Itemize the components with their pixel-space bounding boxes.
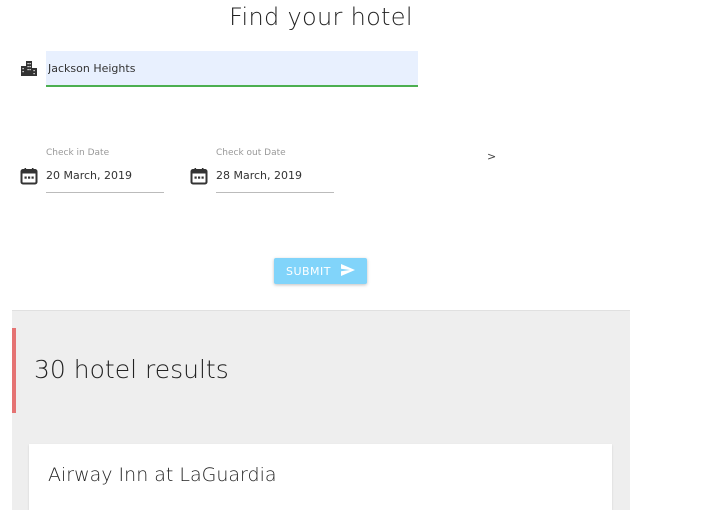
- location-input[interactable]: [46, 51, 410, 85]
- checkin-label: Check in Date: [46, 148, 110, 158]
- chevron-text: >: [487, 150, 497, 163]
- checkout-label: Check out Date: [216, 148, 286, 158]
- results-count: 30 hotel results: [34, 355, 229, 384]
- submit-label: SUBMIT: [285, 264, 332, 278]
- hotel-card[interactable]: Airway Inn at LaGuardia: [29, 444, 612, 510]
- send-icon: [341, 263, 356, 279]
- results-accent-bar: [12, 328, 16, 413]
- hotel-name[interactable]: Airway Inn at LaGuardia: [48, 464, 277, 486]
- calendar-icon: [190, 167, 208, 185]
- checkout-value[interactable]: 28 March, 2019: [216, 168, 334, 193]
- results-panel: 30 hotel results Airway Inn at LaGuardia: [12, 310, 630, 510]
- page-title: Find your hotel: [229, 3, 413, 31]
- checkin-value[interactable]: 20 March, 2019: [46, 168, 164, 193]
- location-field[interactable]: [46, 51, 418, 87]
- checkout-date-field[interactable]: Check out Date 28 March, 2019: [190, 148, 336, 194]
- submit-button[interactable]: SUBMIT: [274, 258, 367, 284]
- calendar-icon: [20, 167, 38, 185]
- city-icon: [20, 59, 38, 77]
- checkin-date-field[interactable]: Check in Date 20 March, 2019: [20, 148, 166, 194]
